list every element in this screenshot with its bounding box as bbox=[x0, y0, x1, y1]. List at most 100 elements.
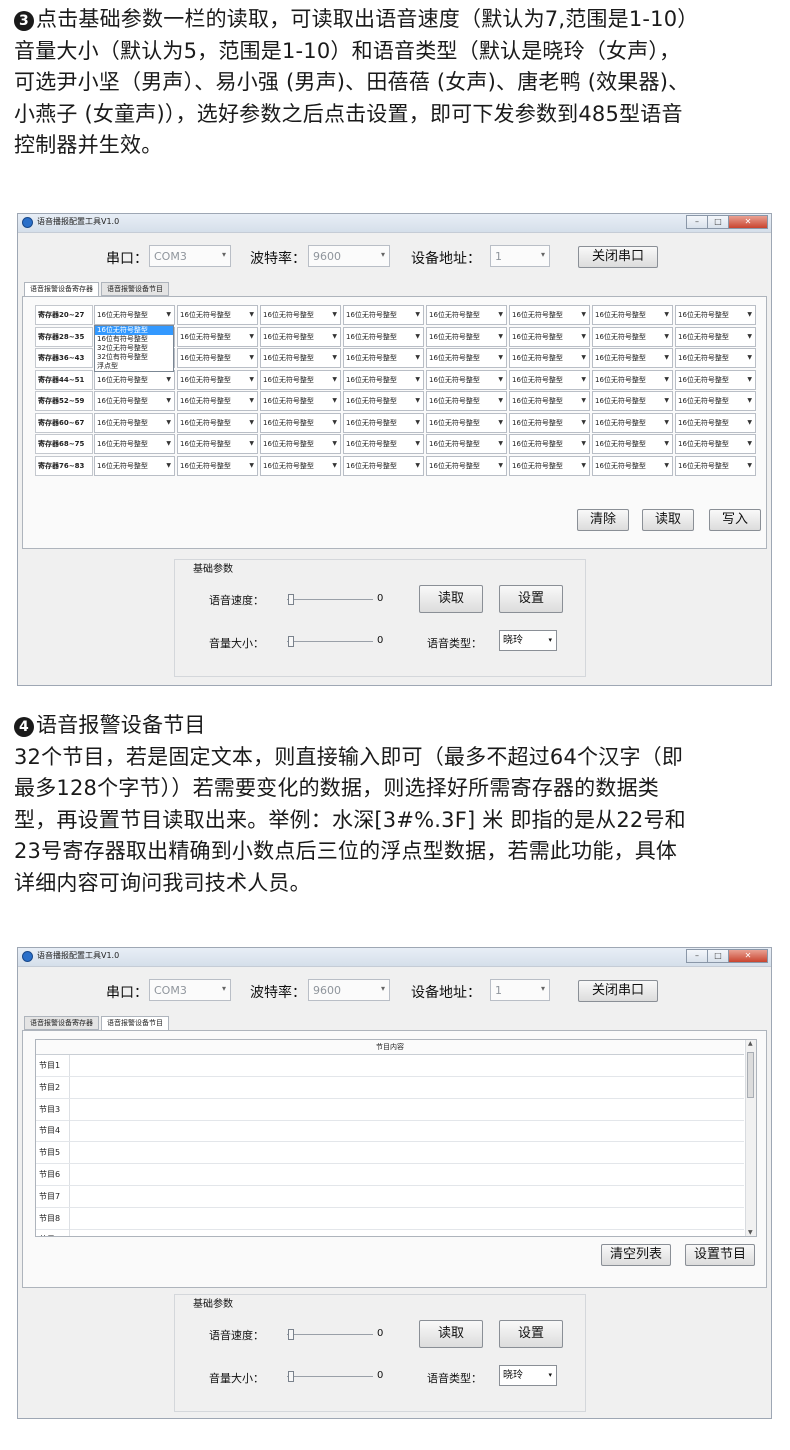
register-type-select[interactable]: 16位无符号整型 ▼ bbox=[260, 326, 341, 347]
tab-programs[interactable]: 语音报警设备节目 bbox=[101, 1016, 169, 1031]
register-type-select[interactable]: 16位无符号整型 ▼ bbox=[592, 369, 673, 390]
register-type-select[interactable]: 16位无符号整型 ▼ bbox=[675, 455, 756, 476]
read-basic-button[interactable]: 读取 bbox=[419, 1320, 483, 1348]
register-type-select[interactable]: 16位无符号整型 ▼ bbox=[260, 369, 341, 390]
register-type-select[interactable]: 16位无符号整型 ▼ bbox=[94, 412, 175, 433]
register-type-select[interactable]: 16位无符号整型 ▼ bbox=[509, 305, 590, 325]
read-basic-button[interactable]: 读取 bbox=[419, 585, 483, 613]
program-row[interactable]: 节目2 bbox=[36, 1076, 744, 1099]
register-type-select[interactable]: 16位无符号整型 ▼ bbox=[675, 434, 756, 454]
register-type-select[interactable]: 16位无符号整型 ▼ bbox=[675, 391, 756, 411]
serial-port-select[interactable]: COM3 ▾ bbox=[149, 979, 231, 1001]
register-type-select[interactable]: 16位无符号整型 ▼ bbox=[426, 412, 507, 433]
program-row[interactable]: 节目8 bbox=[36, 1207, 744, 1230]
voice-type-select[interactable]: 晓玲 ▾ bbox=[499, 1365, 557, 1386]
register-type-select[interactable]: 16位无符号整型 ▼ bbox=[177, 369, 258, 390]
register-type-select[interactable]: 16位无符号整型 ▼ bbox=[343, 412, 424, 433]
register-type-select[interactable]: 16位无符号整型 ▼ bbox=[177, 434, 258, 454]
register-type-select[interactable]: 16位无符号整型 ▼ bbox=[343, 391, 424, 411]
register-type-select[interactable]: 16位无符号整型 ▼ bbox=[592, 455, 673, 476]
voice-type-select[interactable]: 晓玲 ▾ bbox=[499, 630, 557, 651]
close-port-button[interactable]: 关闭串口 bbox=[578, 246, 658, 268]
close-button[interactable]: ✕ bbox=[728, 215, 768, 229]
register-type-select[interactable]: 16位无符号整型 ▼ bbox=[675, 305, 756, 325]
register-type-select[interactable]: 16位无符号整型 ▼ bbox=[592, 305, 673, 325]
register-type-select[interactable]: 16位无符号整型 ▼ bbox=[260, 455, 341, 476]
volume-slider-thumb[interactable] bbox=[288, 636, 294, 647]
program-list-scrollbar[interactable]: ▲ ▼ bbox=[745, 1040, 756, 1236]
register-type-select[interactable]: 16位无符号整型 ▼ bbox=[343, 434, 424, 454]
tab-registers[interactable]: 语音报警设备寄存器 bbox=[24, 1016, 99, 1030]
close-port-button[interactable]: 关闭串口 bbox=[578, 980, 658, 1002]
close-button[interactable]: ✕ bbox=[728, 949, 768, 963]
register-type-select[interactable]: 16位无符号整型 ▼ bbox=[592, 348, 673, 368]
register-type-select[interactable]: 16位无符号整型 ▼ bbox=[260, 305, 341, 325]
register-type-select[interactable]: 16位无符号整型 ▼ bbox=[177, 305, 258, 325]
program-row[interactable]: 节目9 bbox=[36, 1229, 744, 1236]
register-type-select[interactable]: 16位无符号整型 ▼ bbox=[94, 455, 175, 476]
tab-registers[interactable]: 语音报警设备寄存器 bbox=[24, 282, 99, 297]
register-type-select[interactable]: 16位无符号整型 ▼ bbox=[94, 305, 175, 325]
dropdown-option[interactable]: 16位无符号整型 bbox=[95, 326, 173, 335]
register-type-select[interactable]: 16位无符号整型 ▼ bbox=[509, 348, 590, 368]
register-type-select[interactable]: 16位无符号整型 ▼ bbox=[592, 391, 673, 411]
volume-slider-thumb[interactable] bbox=[288, 1371, 294, 1382]
register-type-select[interactable]: 16位无符号整型 ▼ bbox=[94, 391, 175, 411]
register-type-select[interactable]: 16位无符号整型 ▼ bbox=[260, 348, 341, 368]
program-list[interactable]: 节目内容 节目1节目2节目3节目4节目5节目6节目7节目8节目9 ▲ ▼ bbox=[35, 1039, 757, 1237]
scroll-up-icon[interactable]: ▲ bbox=[748, 1040, 753, 1047]
baud-rate-select[interactable]: 9600 ▾ bbox=[308, 245, 390, 267]
register-type-select[interactable]: 16位无符号整型 ▼ bbox=[94, 434, 175, 454]
register-type-select[interactable]: 16位无符号整型 ▼ bbox=[426, 369, 507, 390]
register-type-select[interactable]: 16位无符号整型 ▼ bbox=[509, 412, 590, 433]
baud-rate-select[interactable]: 9600 ▾ bbox=[308, 979, 390, 1001]
program-row[interactable]: 节目5 bbox=[36, 1142, 744, 1165]
register-type-select[interactable]: 16位无符号整型 ▼ bbox=[426, 391, 507, 411]
speed-slider-thumb[interactable] bbox=[288, 1329, 294, 1340]
maximize-button[interactable]: □ bbox=[707, 215, 729, 229]
program-row[interactable]: 节目1 bbox=[36, 1055, 744, 1077]
register-type-select[interactable]: 16位无符号整型 ▼ bbox=[509, 434, 590, 454]
volume-slider-track[interactable] bbox=[287, 641, 373, 642]
register-type-select[interactable]: 16位无符号整型 ▼ bbox=[675, 369, 756, 390]
minimize-button[interactable]: – bbox=[686, 949, 708, 963]
register-type-select[interactable]: 16位无符号整型 ▼ bbox=[509, 391, 590, 411]
dropdown-option[interactable]: 16位有符号整型 bbox=[95, 335, 173, 344]
serial-port-select[interactable]: COM3 ▾ bbox=[149, 245, 231, 267]
dropdown-option[interactable]: 浮点型 bbox=[95, 362, 173, 371]
program-row[interactable]: 节目7 bbox=[36, 1185, 744, 1208]
register-type-select[interactable]: 16位无符号整型 ▼ bbox=[426, 455, 507, 476]
tab-programs[interactable]: 语音报警设备节目 bbox=[101, 282, 169, 296]
register-type-select[interactable]: 16位无符号整型 ▼ bbox=[509, 369, 590, 390]
read-registers-button[interactable]: 读取 bbox=[642, 509, 694, 531]
register-type-select[interactable]: 16位无符号整型 ▼ bbox=[260, 391, 341, 411]
register-type-select[interactable]: 16位无符号整型 ▼ bbox=[260, 412, 341, 433]
register-type-select[interactable]: 16位无符号整型 ▼ bbox=[426, 434, 507, 454]
speed-slider-track[interactable] bbox=[287, 1334, 373, 1335]
register-type-select[interactable]: 16位无符号整型 ▼ bbox=[177, 391, 258, 411]
register-type-select[interactable]: 16位无符号整型 ▼ bbox=[177, 412, 258, 433]
register-type-select[interactable]: 16位无符号整型 ▼ bbox=[343, 326, 424, 347]
speed-slider-track[interactable] bbox=[287, 599, 373, 600]
register-type-select[interactable]: 16位无符号整型 ▼ bbox=[426, 305, 507, 325]
register-type-select[interactable]: 16位无符号整型 ▼ bbox=[177, 455, 258, 476]
set-basic-button[interactable]: 设置 bbox=[499, 585, 563, 613]
program-row[interactable]: 节目6 bbox=[36, 1164, 744, 1186]
device-address-select[interactable]: 1 ▾ bbox=[490, 245, 550, 267]
device-address-select[interactable]: 1 ▾ bbox=[490, 979, 550, 1001]
set-program-button[interactable]: 设置节目 bbox=[685, 1244, 755, 1266]
volume-slider-track[interactable] bbox=[287, 1376, 373, 1377]
dropdown-option[interactable]: 32位无符号整型 bbox=[95, 344, 173, 353]
register-type-select[interactable]: 16位无符号整型 ▼ bbox=[260, 434, 341, 454]
minimize-button[interactable]: – bbox=[686, 215, 708, 229]
maximize-button[interactable]: □ bbox=[707, 949, 729, 963]
dropdown-option[interactable]: 32位有符号整型 bbox=[95, 353, 173, 362]
register-type-select[interactable]: 16位无符号整型 ▼ bbox=[509, 326, 590, 347]
speed-slider-thumb[interactable] bbox=[288, 594, 294, 605]
register-type-select[interactable]: 16位无符号整型 ▼ bbox=[343, 305, 424, 325]
program-row[interactable]: 节目3 bbox=[36, 1098, 744, 1121]
clear-list-button[interactable]: 清空列表 bbox=[601, 1244, 671, 1266]
register-type-select[interactable]: 16位无符号整型 ▼ bbox=[675, 348, 756, 368]
register-type-select[interactable]: 16位无符号整型 ▼ bbox=[177, 326, 258, 347]
register-type-select[interactable]: 16位无符号整型 ▼ bbox=[426, 326, 507, 347]
